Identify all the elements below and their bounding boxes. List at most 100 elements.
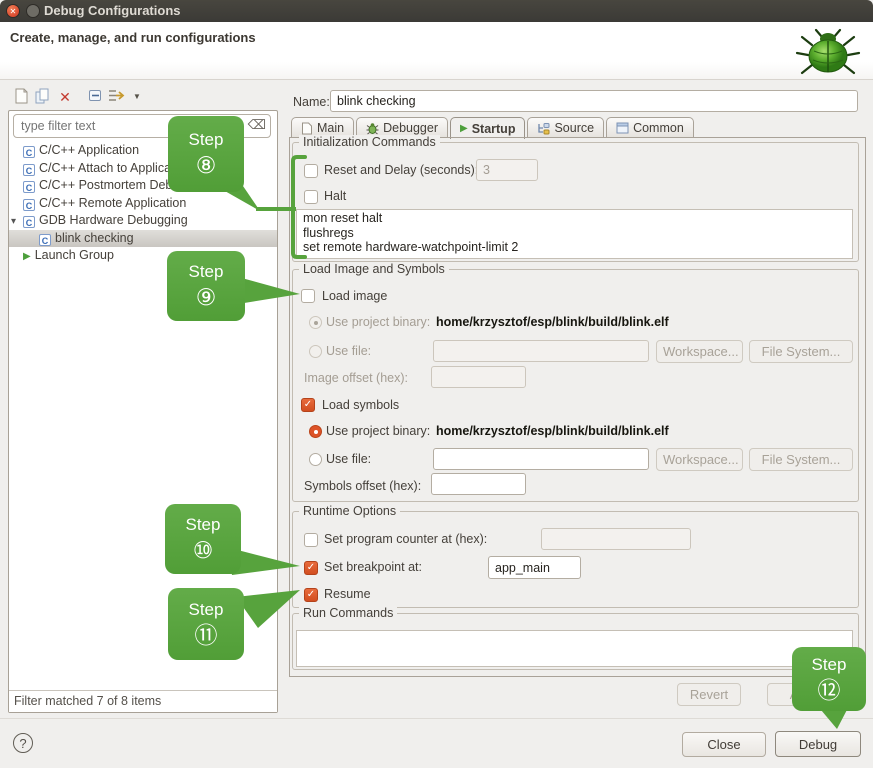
run-commands-textarea[interactable] xyxy=(296,630,853,667)
reset-delay-seconds-input[interactable] xyxy=(476,159,538,181)
group-load-image-and-symbols: Load Image and Symbols Load image Use pr… xyxy=(292,269,859,502)
close-button[interactable]: Close xyxy=(682,732,766,757)
filter-icon xyxy=(108,88,125,103)
tab-source[interactable]: Source xyxy=(527,117,604,138)
toolbar-menu-caret[interactable]: ▼ xyxy=(126,88,148,107)
c-config-icon: C xyxy=(39,234,51,246)
tab-label: Main xyxy=(317,121,344,135)
callout-step-number: ⑩ xyxy=(193,537,214,563)
revert-button[interactable]: Revert xyxy=(677,683,741,706)
tree-item-cpp-remote[interactable]: CC/C++ Remote Application xyxy=(9,195,277,213)
debug-button[interactable]: Debug xyxy=(775,731,861,757)
check-icon: ✓ xyxy=(307,562,315,573)
c-config-icon: C xyxy=(23,164,35,176)
tree-item-label: C/C++ Attach to Applica xyxy=(39,161,171,175)
symbols-use-file-radio[interactable] xyxy=(309,453,322,466)
symbols-use-project-binary-label: Use project binary: xyxy=(326,424,430,438)
init-commands-textarea[interactable]: mon reset halt flushregs set remote hard… xyxy=(296,209,853,259)
group-title: Load Image and Symbols xyxy=(299,262,449,276)
c-config-icon: C xyxy=(23,216,35,228)
callout-step-number: ⑨ xyxy=(196,284,217,310)
image-file-system-button[interactable]: File System... xyxy=(749,340,853,363)
resume-checkbox[interactable]: ✓ xyxy=(304,588,318,602)
tab-label: Source xyxy=(554,121,594,135)
help-icon: ? xyxy=(19,736,26,751)
callout-step-text: Step xyxy=(186,515,221,535)
reset-and-delay-checkbox[interactable] xyxy=(304,164,318,178)
caret-down-icon: ▼ xyxy=(133,92,141,101)
launch-group-play-icon: ▶ xyxy=(23,251,31,262)
new-configuration-button[interactable] xyxy=(10,88,32,107)
symbols-use-project-binary-radio[interactable] xyxy=(309,425,322,438)
set-program-counter-checkbox[interactable] xyxy=(304,533,318,547)
image-project-binary-path: home/krzysztof/esp/blink/build/blink.elf xyxy=(436,315,669,329)
collapse-all-icon xyxy=(88,88,103,103)
expander-open-icon[interactable]: ▾ xyxy=(11,213,23,230)
image-use-project-binary-radio[interactable] xyxy=(309,316,322,329)
tree-item-label: C/C++ Remote Application xyxy=(39,196,186,210)
delete-icon: ✕ xyxy=(59,89,71,105)
title-bar: ✕ Debug Configurations xyxy=(0,0,873,22)
tab-label: Debugger xyxy=(383,121,438,135)
tab-common[interactable]: Common xyxy=(606,117,694,138)
help-button[interactable]: ? xyxy=(13,733,33,753)
new-document-icon xyxy=(14,88,29,104)
callout-step-text: Step xyxy=(189,130,224,150)
delete-configuration-button[interactable]: ✕ xyxy=(54,88,76,107)
callout-step-text: Step xyxy=(189,262,224,282)
image-workspace-button[interactable]: Workspace... xyxy=(656,340,743,363)
filter-status-text: Filter matched 7 of 8 items xyxy=(9,690,277,712)
halt-checkbox[interactable] xyxy=(304,190,318,204)
tree-item-gdb-hardware-debugging[interactable]: ▾C GDB Hardware Debugging xyxy=(9,212,277,230)
symbols-file-input[interactable] xyxy=(433,448,649,470)
callout-step-8: Step ⑧ xyxy=(168,116,244,192)
window-close-button[interactable]: ✕ xyxy=(6,4,20,18)
name-label: Name: xyxy=(293,95,330,109)
load-symbols-label: Load symbols xyxy=(322,398,399,412)
group-title: Run Commands xyxy=(299,606,397,620)
c-config-icon: C xyxy=(23,146,35,158)
tab-startup[interactable]: ▶ Startup xyxy=(450,117,525,139)
tree-item-blink-checking[interactable]: Cblink checking xyxy=(9,230,277,248)
callout-step-9: Step ⑨ xyxy=(167,251,245,321)
window-title: Debug Configurations xyxy=(44,3,181,18)
bottom-separator xyxy=(0,718,873,720)
c-config-icon: C xyxy=(23,181,35,193)
name-input[interactable] xyxy=(330,90,858,112)
symbols-workspace-button[interactable]: Workspace... xyxy=(656,448,743,471)
group-title: Initialization Commands xyxy=(299,135,440,149)
startup-tab-play-icon: ▶ xyxy=(460,123,468,134)
bug-icon xyxy=(794,27,862,79)
duplicate-configuration-button[interactable] xyxy=(32,88,54,107)
tree-item-label: GDB Hardware Debugging xyxy=(39,213,188,227)
breakpoint-input[interactable] xyxy=(488,556,581,579)
set-breakpoint-checkbox[interactable]: ✓ xyxy=(304,561,318,575)
window-minimize-button[interactable] xyxy=(26,4,40,18)
load-image-checkbox[interactable] xyxy=(301,289,315,303)
check-icon: ✓ xyxy=(307,589,315,600)
debugger-tab-icon xyxy=(366,122,379,135)
image-offset-label: Image offset (hex): xyxy=(304,371,408,385)
load-image-label: Load image xyxy=(322,289,387,303)
image-use-file-radio[interactable] xyxy=(309,345,322,358)
filter-launch-configurations-button[interactable] xyxy=(105,88,127,107)
tree-item-label: C/C++ Postmortem Deb xyxy=(39,178,172,192)
program-counter-input[interactable] xyxy=(541,528,691,550)
symbols-offset-input[interactable] xyxy=(431,473,526,495)
common-tab-icon xyxy=(616,122,629,134)
symbols-project-binary-path: home/krzysztof/esp/blink/build/blink.elf xyxy=(436,424,669,438)
callout-step-10: Step ⑩ xyxy=(165,504,241,574)
clear-filter-icon[interactable]: ⌫ xyxy=(248,117,266,133)
symbols-use-file-label: Use file: xyxy=(326,452,371,466)
image-use-file-label: Use file: xyxy=(326,344,371,358)
collapse-all-button[interactable] xyxy=(84,88,106,107)
load-symbols-checkbox[interactable]: ✓ xyxy=(301,398,315,412)
tab-label: Common xyxy=(633,121,684,135)
dialog-header-title: Create, manage, and run configurations xyxy=(10,30,256,45)
image-offset-input[interactable] xyxy=(431,366,526,388)
tree-item-label: blink checking xyxy=(55,231,134,245)
image-file-input[interactable] xyxy=(433,340,649,362)
image-use-project-binary-label: Use project binary: xyxy=(326,315,430,329)
symbols-file-system-button[interactable]: File System... xyxy=(749,448,853,471)
main-tab-icon xyxy=(301,122,313,135)
